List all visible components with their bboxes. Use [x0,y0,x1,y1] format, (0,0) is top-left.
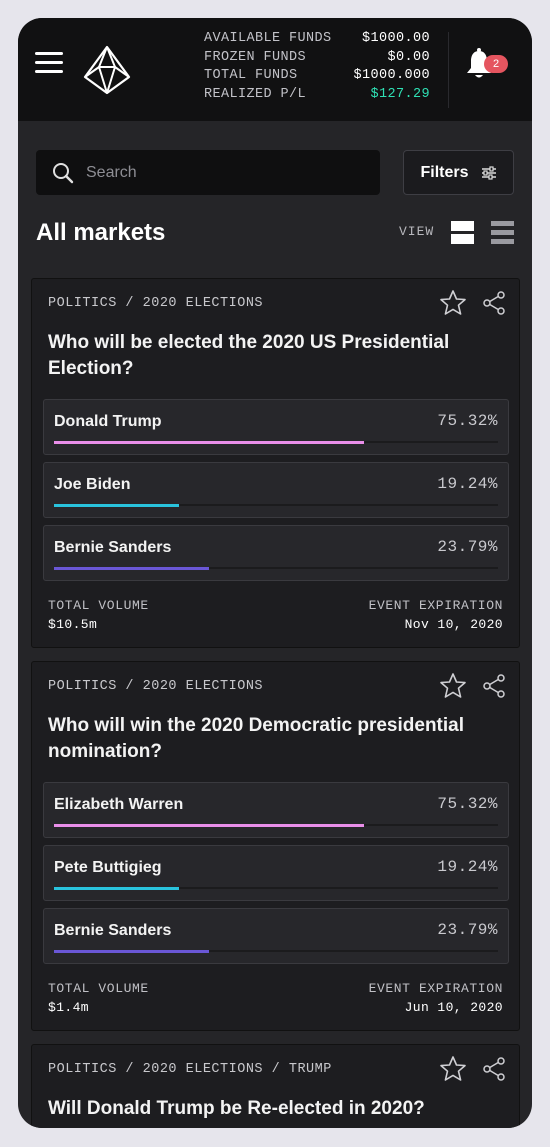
expiration-value: Nov 10, 2020 [404,617,503,632]
outcome-row[interactable]: Donald Trump 75.32% [43,399,509,455]
outcome-percent: 75.32% [437,412,498,430]
outcome-row[interactable]: Bernie Sanders 23.79% [43,908,509,964]
probability-bar [54,567,209,570]
outcome-name: Pete Buttigieg [54,859,162,876]
available-funds-label: AVAILABLE FUNDS [204,31,332,46]
outcome-row[interactable]: Joe Biden 19.24% [43,462,509,518]
total-funds-value: $1000.000 [353,68,430,83]
menu-icon[interactable] [35,52,65,76]
filters-button[interactable]: Filters [403,150,514,195]
page-title: All markets [36,219,166,246]
search-bar[interactable] [36,150,380,195]
funds-row-frozen: FROZEN FUNDS $0.00 [204,49,430,68]
outcome-row[interactable]: Elizabeth Warren 75.32% [43,782,509,838]
probability-bar [54,950,209,953]
volume-value: $1.4m [48,1000,90,1015]
market-question[interactable]: Who will win the 2020 Democratic preside… [48,713,488,765]
volume-value: $10.5m [48,617,98,632]
view-label: VIEW [399,224,435,239]
frozen-funds-value: $0.00 [387,49,430,65]
outcome-percent: 19.24% [437,858,498,876]
star-icon[interactable] [439,289,467,317]
probability-bar [54,504,180,507]
volume-label: TOTAL VOLUME [48,598,149,613]
market-card[interactable]: POLITICS / 2020 ELECTIONS Who will be el… [31,278,520,648]
frozen-funds-label: FROZEN FUNDS [204,49,307,65]
outcome-percent: 23.79% [437,538,498,556]
top-bar: AVAILABLE FUNDS $1000.00 FROZEN FUNDS $0… [18,18,532,121]
share-icon[interactable] [482,1057,506,1081]
app-screen: AVAILABLE FUNDS $1000.00 FROZEN FUNDS $0… [18,18,532,1128]
star-icon[interactable] [439,1055,467,1083]
total-funds-label: TOTAL FUNDS [204,68,298,83]
outcome-percent: 23.79% [437,921,498,939]
probability-track [54,887,498,890]
realized-pl-label: REALIZED P/L [204,86,307,102]
outcome-percent: 75.32% [437,795,498,813]
share-icon[interactable] [482,291,506,315]
logo-icon [83,45,131,95]
market-card[interactable]: POLITICS / 2020 ELECTIONS / TRUMP Will D… [31,1044,520,1128]
share-icon[interactable] [482,674,506,698]
funds-summary: AVAILABLE FUNDS $1000.00 FROZEN FUNDS $0… [204,30,430,104]
notification-badge: 2 [484,55,508,73]
outcome-name: Elizabeth Warren [54,796,184,813]
expiration-value: Jun 10, 2020 [404,1000,503,1015]
expiration-label: EVENT EXPIRATION [368,981,503,996]
header-divider [448,32,449,108]
search-input[interactable] [86,163,336,182]
market-category: POLITICS / 2020 ELECTIONS [48,679,264,694]
grid-view-icon[interactable] [451,221,474,244]
outcome-row[interactable]: Pete Buttigieg 19.24% [43,845,509,901]
outcome-name: Donald Trump [54,413,162,430]
probability-bar [54,887,180,890]
probability-bar [54,441,364,444]
probability-track [54,504,498,507]
search-icon [53,162,74,183]
filters-label: Filters [420,163,469,181]
available-funds-value: $1000.00 [361,31,430,46]
realized-pl-value: $127.29 [370,86,430,102]
list-view-icon[interactable] [491,221,514,244]
expiration-label: EVENT EXPIRATION [368,598,503,613]
probability-track [54,950,498,953]
funds-row-available: AVAILABLE FUNDS $1000.00 [204,30,430,49]
outcome-name: Bernie Sanders [54,539,172,556]
funds-row-realized: REALIZED P/L $127.29 [204,86,430,105]
sliders-icon [481,165,496,180]
market-category: POLITICS / 2020 ELECTIONS / TRUMP [48,1062,332,1077]
outcome-name: Joe Biden [54,476,131,493]
funds-row-total: TOTAL FUNDS $1000.000 [204,67,430,86]
probability-track [54,824,498,827]
probability-bar [54,824,364,827]
market-category: POLITICS / 2020 ELECTIONS [48,296,264,311]
outcome-percent: 19.24% [437,475,498,493]
market-question[interactable]: Who will be elected the 2020 US Presiden… [48,330,488,382]
probability-track [54,567,498,570]
star-icon[interactable] [439,672,467,700]
market-question[interactable]: Will Donald Trump be Re-elected in 2020? [48,1096,488,1122]
outcome-name: Bernie Sanders [54,922,172,939]
volume-label: TOTAL VOLUME [48,981,149,996]
market-card[interactable]: POLITICS / 2020 ELECTIONS Who will win t… [31,661,520,1031]
probability-track [54,441,498,444]
outcome-row[interactable]: Bernie Sanders 23.79% [43,525,509,581]
